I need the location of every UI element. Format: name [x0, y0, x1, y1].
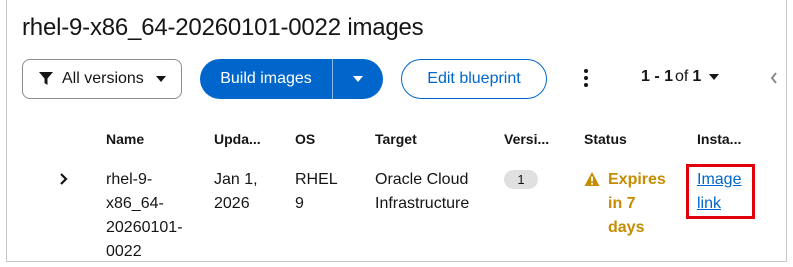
cell-os: RHEL 9	[295, 171, 338, 212]
caret-down-icon	[709, 74, 720, 80]
cell-updated: Jan 1, 2026	[214, 171, 258, 212]
caret-down-icon	[353, 76, 363, 82]
version-badge: 1	[504, 170, 538, 189]
column-header-name[interactable]: Name	[106, 131, 144, 147]
column-header-updated[interactable]: Upda...	[214, 131, 261, 147]
pagination-total: 1	[692, 68, 702, 85]
pagination-range: 1 - 1	[641, 68, 674, 85]
column-header-status[interactable]: Status	[584, 131, 627, 147]
warning-triangle-icon	[584, 172, 600, 186]
filter-icon	[39, 72, 53, 85]
pagination-of: of	[675, 68, 689, 85]
pagination-toggle[interactable]: 1 - 1 of 1	[641, 68, 720, 86]
column-header-instance[interactable]: Insta...	[697, 131, 741, 147]
build-options-toggle[interactable]	[333, 59, 383, 99]
split-divider	[332, 59, 333, 99]
versions-filter-label: All versions	[62, 70, 144, 87]
caret-down-icon	[155, 76, 166, 82]
edit-blueprint-button[interactable]: Edit blueprint	[401, 59, 547, 99]
build-images-split-button: Build images	[200, 59, 383, 99]
image-link[interactable]: Image link	[697, 168, 747, 216]
build-images-button[interactable]: Build images	[200, 59, 332, 99]
cell-name: rhel-9- x86_64- 20260101- 0022	[106, 171, 183, 260]
status-text: Expires in 7 days	[608, 171, 666, 236]
versions-filter-dropdown[interactable]: All versions	[22, 59, 182, 99]
angle-left-icon[interactable]	[768, 70, 780, 86]
status-cell: Expires in 7 days	[584, 168, 672, 240]
column-header-version[interactable]: Versi...	[504, 131, 549, 147]
column-header-target[interactable]: Target	[375, 131, 417, 147]
page-title: rhel-9-x86_64-20260101-0022 images	[22, 14, 424, 41]
column-header-os[interactable]: OS	[295, 131, 315, 147]
cell-target: Oracle Cloud Infrastructure	[375, 171, 470, 212]
angle-right-icon[interactable]	[57, 172, 71, 186]
kebab-icon[interactable]	[576, 66, 596, 90]
